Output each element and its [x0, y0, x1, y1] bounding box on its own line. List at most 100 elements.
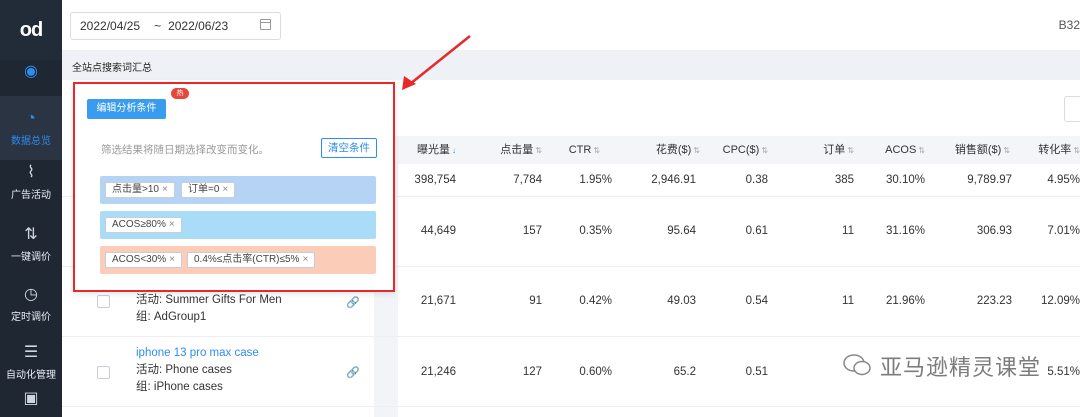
keyword-link[interactable]: iphone 13 pro max case [136, 345, 259, 362]
sidebar-item-label: 定时调价 [11, 311, 51, 323]
section-header: 全站点搜索词汇总 [62, 50, 1080, 80]
date-range-picker[interactable]: 2022/04/25 ~ 2022/06/23 [70, 12, 281, 40]
hot-badge: 热 [171, 88, 189, 99]
col-label: 曝光量 [417, 144, 450, 156]
cell-cpc: 0.38 [745, 174, 768, 186]
tag-label: 订单=0 [188, 184, 220, 195]
sidebar-item-label: 自动化管理 [6, 369, 56, 381]
cell-sales: 223.23 [976, 295, 1012, 307]
sidebar-item-calendar[interactable]: ▣ [0, 390, 62, 417]
tag-label: 0.4%≤点击率(CTR)≤5% [194, 254, 300, 265]
cell-orders: 385 [834, 174, 854, 186]
logo-text: od [19, 18, 43, 41]
sidebar-item-scheduled-bid[interactable]: ◷ 定时调价 [0, 272, 62, 336]
campaign-label: 活动: Summer Gifts For Men [136, 294, 282, 306]
sidebar: od ◉ ◔ 数据总览 ⌇ 广告活动 ⇅ 一键调价 ◷ 定时调价 ☰ 自动化管理… [0, 0, 62, 417]
sidebar-item-label: 数据总览 [11, 135, 51, 147]
cell-conversion: 4.95% [1047, 174, 1080, 186]
col-label: 花费($) [655, 144, 692, 156]
close-icon[interactable]: × [169, 219, 175, 230]
link-icon[interactable]: 🔗 [346, 366, 360, 379]
cell-orders: 11 [842, 295, 854, 307]
tag-label: ACOS≥80% [112, 219, 166, 230]
sidebar-item-label: 一键调价 [11, 251, 51, 263]
sort-icon: ⇅ [535, 146, 542, 155]
cell-sales: 9,789.97 [967, 174, 1012, 186]
account-label: B32 [1058, 18, 1080, 32]
cell-clicks: 7,784 [513, 174, 542, 186]
col-label: 点击量 [500, 144, 534, 156]
col-acos[interactable]: ACOS ⇅ [868, 136, 925, 164]
cell-spend: 2,946.91 [651, 174, 696, 186]
condition-tag[interactable]: 0.4%≤点击率(CTR)≤5% × [187, 252, 316, 268]
close-icon[interactable]: × [302, 254, 308, 265]
cell-spend: 49.03 [667, 295, 696, 307]
col-conversion[interactable]: 转化率 ⇅ [1024, 136, 1080, 164]
clock-icon: ◷ [24, 285, 38, 303]
top-bar: 2022/04/25 ~ 2022/06/23 B32 [62, 0, 1080, 50]
col-sales[interactable]: 销售额($) ⇅ [938, 136, 1010, 164]
sort-icon: ⇅ [918, 146, 925, 155]
cell-clicks: 157 [522, 225, 542, 237]
sidebar-item-bid-adjust[interactable]: ⇅ 一键调价 [0, 212, 62, 276]
date-start: 2022/04/25 [80, 19, 141, 33]
col-orders[interactable]: 订单 ⇅ [808, 136, 854, 164]
row-checkbox[interactable] [97, 295, 110, 308]
tag-label: 点击量>10 [112, 184, 159, 195]
wechat-icon [843, 354, 871, 376]
col-spend[interactable]: 花费($) ⇅ [630, 136, 700, 164]
condition-group[interactable]: 点击量>10 × 订单=0 × [100, 176, 376, 204]
campaign-label: 活动: Phone cases [136, 364, 232, 376]
sort-desc-icon: ↓ [452, 146, 456, 155]
row-checkbox[interactable] [97, 366, 110, 379]
col-label: 转化率 [1038, 144, 1072, 156]
date-separator: ~ [154, 19, 162, 33]
cell-impressions: 21,671 [420, 295, 456, 307]
row-divider [62, 336, 1080, 337]
edit-conditions-button[interactable]: 编辑分析条件 [87, 99, 166, 119]
app-logo[interactable]: od [0, 0, 62, 60]
sort-icon: ⇅ [761, 146, 768, 155]
condition-tag[interactable]: 订单=0 × [181, 182, 236, 198]
cell-sales: 306.93 [976, 225, 1012, 237]
cell-acos: 31.16% [885, 225, 925, 237]
condition-group[interactable]: ACOS<30% × 0.4%≤点击率(CTR)≤5% × [100, 246, 376, 274]
sidebar-item-home[interactable]: ◉ [0, 58, 62, 90]
condition-tag[interactable]: ACOS≥80% × [105, 217, 182, 233]
cell-cpc: 0.54 [745, 295, 768, 307]
cell-clicks: 91 [529, 295, 542, 307]
cell-orders: 11 [842, 225, 854, 237]
col-clicks[interactable]: 点击量 ⇅ [478, 136, 542, 164]
col-impressions[interactable]: 曝光量 ↓ [398, 136, 456, 164]
filter-panel: 筛选结果将随日期选择改变而变化。 清空条件 点击量>10 × 订单=0 × ACOS… [85, 126, 381, 282]
close-icon[interactable]: × [162, 184, 168, 195]
date-end: 2022/06/23 [168, 19, 229, 33]
filter-hint: 筛选结果将随日期选择改变而变化。 [101, 144, 269, 156]
sliders-icon: ☰ [23, 343, 39, 361]
cell-impressions: 398,754 [414, 174, 456, 186]
sidebar-item-automation[interactable]: ☰ 自动化管理 [0, 330, 62, 394]
col-ctr[interactable]: CTR ⇅ [558, 136, 600, 164]
section-title: 全站点搜索词汇总 [72, 63, 152, 74]
clear-conditions-button[interactable]: 清空条件 [321, 138, 377, 158]
close-icon[interactable]: × [169, 254, 175, 265]
sidebar-item-campaigns[interactable]: ⌇ 广告活动 [0, 150, 62, 214]
link-icon[interactable]: 🔗 [346, 296, 360, 309]
tag-label: ACOS<30% [112, 254, 167, 265]
cell-impressions: 44,649 [420, 225, 456, 237]
condition-tag[interactable]: ACOS<30% × [105, 252, 183, 268]
condition-group[interactable]: ACOS≥80% × [100, 211, 376, 239]
sort-icon: ⇅ [593, 146, 600, 155]
condition-tag[interactable]: 点击量>10 × [105, 182, 175, 198]
cell-conversion: 12.09% [1040, 295, 1080, 307]
adgroup-label: 组: AdGroup1 [136, 311, 207, 323]
close-icon[interactable]: × [222, 184, 228, 195]
col-label: 销售额($) [954, 144, 1002, 156]
col-label: ACOS [885, 144, 917, 156]
col-cpc[interactable]: CPC($) ⇅ [708, 136, 768, 164]
calendar-icon: ▣ [23, 390, 39, 407]
filter-popover: 编辑分析条件 热 筛选结果将随日期选择改变而变化。 清空条件 点击量>10 × 订… [73, 82, 395, 292]
column-settings-button[interactable] [1064, 96, 1080, 122]
cell-ctr: 0.60% [579, 366, 612, 378]
col-label: 订单 [823, 144, 846, 156]
